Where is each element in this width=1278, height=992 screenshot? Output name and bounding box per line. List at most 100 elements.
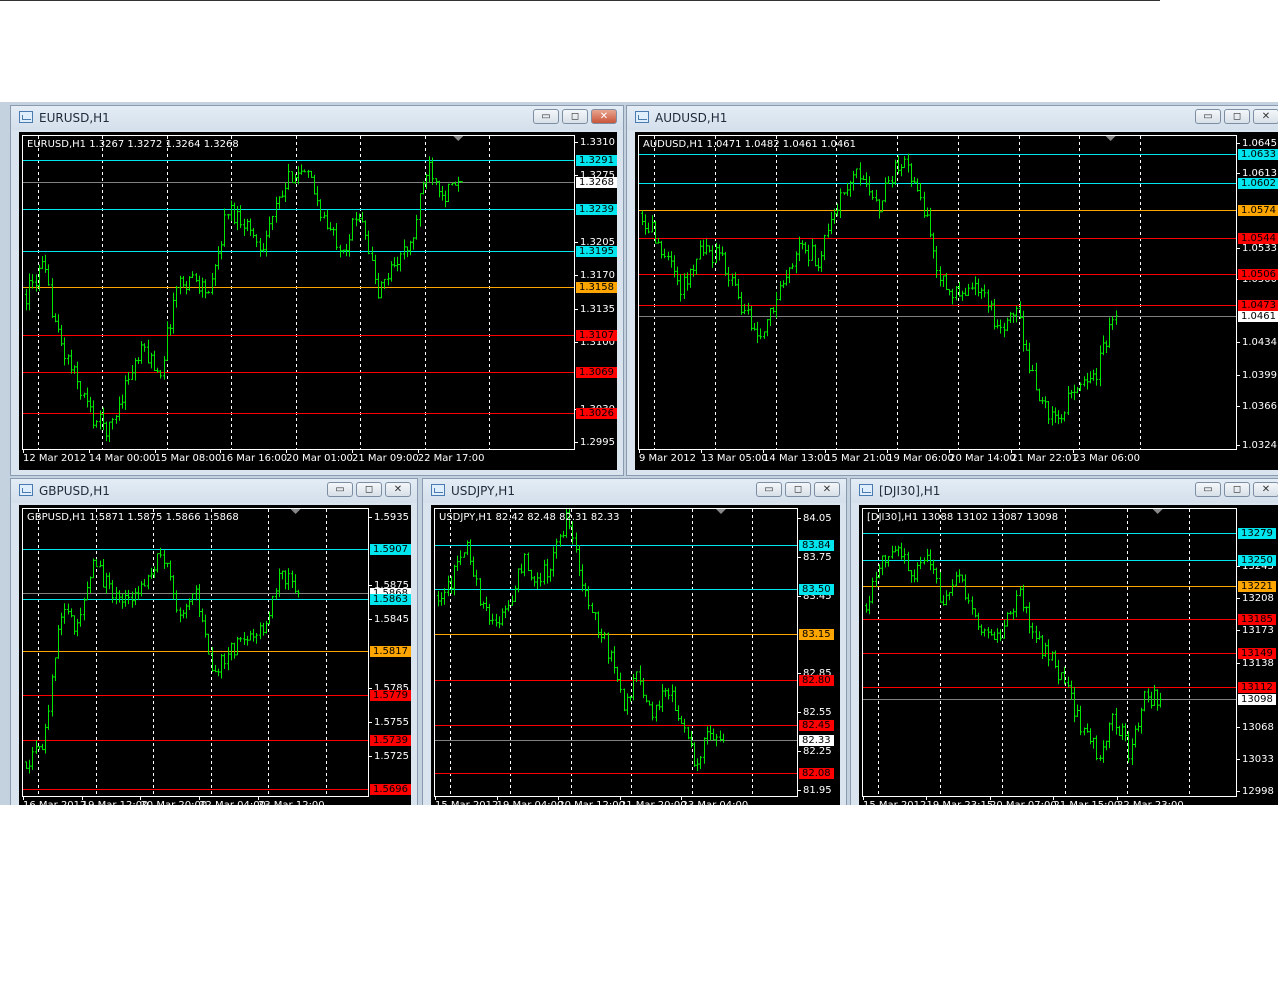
close-button[interactable]: ✕ — [385, 482, 411, 497]
level-price-badge-pivot: 1.5817 — [370, 646, 411, 658]
level-price-badge-support: 1.0544 — [1238, 232, 1278, 244]
title-bar[interactable]: AUDUSD,H1 ▭ ◻ ✕ — [627, 106, 1278, 130]
chart-canvas — [23, 136, 574, 449]
level-price-badge-support: 1.0473 — [1238, 299, 1278, 311]
time-tick-label: 15 Mar 21:00 — [825, 450, 892, 464]
chart-area[interactable]: GBPUSD,H1 1.5871 1.5875 1.5866 1.5868 1.5… — [19, 505, 411, 805]
time-tick-label: 23 Mar 06:00 — [1073, 450, 1140, 464]
time-axis[interactable]: 15 Mar 201219 Mar 23:1520 Mar 07:0021 Ma… — [862, 797, 1237, 805]
title-bar[interactable]: USDJPY,H1 ▭ ◻ ✕ — [423, 479, 846, 503]
restore-button[interactable]: ◻ — [356, 482, 382, 497]
ohlc-info: EURUSD,H1 1.3267 1.3272 1.3264 1.3268 — [27, 139, 239, 150]
chart-canvas — [435, 509, 797, 796]
price-tick-label: 13068 — [1237, 722, 1274, 733]
level-price-badge-resistance: 1.0602 — [1238, 178, 1278, 190]
minimize-button[interactable]: ▭ — [533, 109, 559, 124]
time-tick-label: 19 Mar 04:00 — [496, 797, 563, 805]
close-button[interactable]: ✕ — [814, 482, 840, 497]
time-axis[interactable]: 12 Mar 2012 14 Mar 00:00 15 Mar 08:00 16 Ma… — [22, 450, 575, 470]
restore-button[interactable]: ◻ — [562, 109, 588, 124]
ohlc-info: USDJPY,H1 82.42 82.48 82.31 82.33 — [439, 512, 620, 523]
level-price-badge-resistance: 83.84 — [799, 540, 834, 552]
chart-area[interactable]: USDJPY,H1 82.42 82.48 82.31 82.33 84.05 83… — [431, 505, 840, 805]
price-plot[interactable]: AUDUSD,H1 1.0471 1.0482 1.0461 1.0461 — [638, 135, 1237, 450]
price-tick-label: 13208 — [1237, 593, 1274, 605]
level-price-badge-support: 1.0506 — [1238, 268, 1278, 280]
chart-area[interactable]: EURUSD,H1 1.3267 1.3272 1.3264 1.3268 1.3… — [19, 132, 617, 470]
price-plot[interactable]: [DJI30],H1 13088 13102 13087 13098 — [862, 508, 1237, 797]
time-axis[interactable]: 15 Mar 201219 Mar 04:0020 Mar 12:0021 Ma… — [434, 797, 798, 805]
time-tick-label: 13 Mar 05:00 — [701, 450, 768, 464]
chart-window-audusd[interactable]: AUDUSD,H1 ▭ ◻ ✕ AUDUSD,H1 1.0471 1.0482 1.04… — [626, 105, 1278, 476]
window-title: AUDUSD,H1 — [655, 111, 728, 125]
time-tick-label: 19 Mar 06:00 — [887, 450, 954, 464]
level-price-badge-support: 1.3107 — [576, 330, 617, 342]
title-bar[interactable]: EURUSD,H1 ▭ ◻ ✕ — [11, 106, 623, 130]
time-axis[interactable]: 16 Mar 201219 Mar 12:0020 Mar 20:0022 Ma… — [22, 797, 369, 805]
price-tick-label: 1.5845 — [369, 614, 409, 626]
price-tick-label: 1.0613 — [1237, 167, 1277, 179]
level-price-badge-current: 13098 — [1238, 694, 1276, 706]
price-tick-label: 1.2995 — [575, 437, 615, 449]
price-tick-label: 1.3170 — [575, 270, 615, 282]
title-bar[interactable]: [DJI30],H1 ▭ ◻ ✕ — [851, 479, 1278, 503]
window-title: EURUSD,H1 — [39, 111, 110, 125]
title-bar[interactable]: GBPUSD,H1 ▭ ◻ ✕ — [11, 479, 417, 503]
minimize-button[interactable]: ▭ — [1195, 482, 1221, 497]
price-tick-label: 13138 — [1237, 657, 1274, 669]
price-tick-label: 1.5725 — [369, 751, 409, 763]
ohlc-info: [DJI30],H1 13088 13102 13087 13098 — [867, 512, 1059, 523]
level-price-badge-resistance: 1.3195 — [576, 246, 617, 258]
time-tick-label: 12 Mar 2012 — [23, 450, 87, 464]
time-tick-label: 19 Mar 23:15 — [926, 797, 993, 805]
price-tick-label: 12998 — [1237, 786, 1274, 798]
top-border — [0, 0, 1160, 1]
level-price-badge-resistance: 1.5863 — [370, 593, 411, 605]
price-tick-label: 1.5755 — [369, 716, 409, 728]
ohlc-info: AUDUSD,H1 1.0471 1.0482 1.0461 1.0461 — [643, 139, 856, 150]
price-axis[interactable]: 1.5935 1.5875 1.5845 1.5785 1.5755 1.5725 1.59… — [369, 508, 411, 797]
chart-window-icon — [859, 484, 873, 496]
price-axis[interactable]: 1.33101.32751.32051.31701.31351.31001.30… — [575, 135, 617, 450]
chart-window-gbpusd[interactable]: GBPUSD,H1 ▭ ◻ ✕ GBPUSD,H1 1.5871 1.5875 1.58… — [10, 478, 418, 805]
minimize-button[interactable]: ▭ — [327, 482, 353, 497]
restore-button[interactable]: ◻ — [1224, 482, 1250, 497]
level-price-badge-support: 13149 — [1238, 647, 1276, 659]
level-price-badge-resistance: 13250 — [1238, 554, 1276, 566]
chart-shift-marker — [290, 509, 301, 514]
time-tick-label: 9 Mar 2012 — [639, 450, 697, 464]
price-plot[interactable]: USDJPY,H1 82.42 82.48 82.31 82.33 — [434, 508, 798, 797]
minimize-button[interactable]: ▭ — [1195, 109, 1221, 124]
price-tick-label: 84.05 — [798, 513, 832, 525]
minimize-button[interactable]: ▭ — [756, 482, 782, 497]
time-tick-label: 19 Mar 12:00 — [81, 797, 149, 805]
chart-area[interactable]: AUDUSD,H1 1.0471 1.0482 1.0461 1.0461 1.0… — [635, 132, 1278, 470]
level-price-badge-support: 82.45 — [799, 719, 834, 731]
restore-button[interactable]: ◻ — [1224, 109, 1250, 124]
chart-window-eurusd[interactable]: EURUSD,H1 ▭ ◻ ✕ EURUSD,H1 1.3267 1.3272 1.32… — [10, 105, 624, 476]
time-axis[interactable]: 9 Mar 2012 13 Mar 05:00 14 Mar 13:00 15 Mar… — [638, 450, 1237, 470]
price-plot[interactable]: EURUSD,H1 1.3267 1.3272 1.3264 1.3268 — [22, 135, 575, 450]
price-axis[interactable]: 1.0645 1.0613 1.0533 1.0500 1.0434 1.0399 1.03… — [1237, 135, 1278, 451]
restore-button[interactable]: ◻ — [785, 482, 811, 497]
level-price-badge-resistance: 1.0633 — [1238, 148, 1278, 160]
price-axis[interactable]: 84.0583.7583.4582.8582.5582.2581.9583.84… — [798, 508, 840, 797]
level-price-badge-pivot: 13221 — [1238, 581, 1276, 593]
price-tick-label: 82.55 — [798, 706, 832, 718]
chart-area[interactable]: [DJI30],H1 13088 13102 13087 13098 13243 1… — [859, 505, 1278, 805]
close-button[interactable]: ✕ — [591, 109, 617, 124]
level-price-badge-pivot: 1.0574 — [1238, 204, 1278, 216]
chart-canvas — [863, 509, 1236, 796]
close-button[interactable]: ✕ — [1253, 482, 1278, 497]
time-tick-label: 21 Mar 09:00 — [351, 450, 419, 464]
chart-window-usdjpy[interactable]: USDJPY,H1 ▭ ◻ ✕ USDJPY,H1 82.42 82.48 82.31 … — [422, 478, 847, 805]
level-price-badge-support: 1.3069 — [576, 366, 617, 378]
chart-shift-marker — [715, 509, 726, 514]
time-tick-label: 21 Mar 20:00 — [619, 797, 687, 805]
price-axis[interactable]: 13243 13208 13173 13138 13068 13033 12998 13279… — [1237, 508, 1278, 797]
time-tick-label: 15 Mar 2012 — [863, 797, 926, 805]
price-plot[interactable]: GBPUSD,H1 1.5871 1.5875 1.5866 1.5868 — [22, 508, 369, 797]
close-button[interactable]: ✕ — [1253, 109, 1278, 124]
level-price-badge-support: 82.80 — [799, 674, 834, 686]
chart-window-dji30[interactable]: [DJI30],H1 ▭ ◻ ✕ [DJI30],H1 13088 13102 1308… — [850, 478, 1278, 805]
